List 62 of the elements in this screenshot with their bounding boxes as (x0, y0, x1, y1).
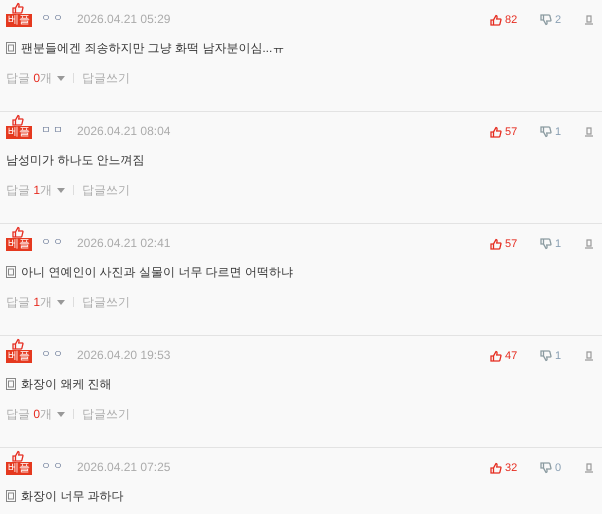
thumbs-up-icon (490, 350, 502, 362)
best-badge: 베플 (6, 126, 32, 139)
thumbs-up-icon (490, 14, 502, 26)
dislike-button[interactable]: 1 (540, 348, 580, 364)
thumbs-up-icon (12, 114, 24, 126)
comment-date: 2026.04.20 19:53 (77, 347, 170, 364)
best-badge: 베플 (6, 350, 32, 363)
like-button[interactable]: 82 (490, 12, 536, 28)
reply-count-button[interactable]: 답글 1개 (6, 181, 66, 199)
comment-text: 팬분들에겐 죄송하지만 그냥 화떡 남자분이심...ㅠ (21, 40, 284, 57)
comment-date: 2026.04.21 05:29 (77, 11, 170, 28)
report-icon[interactable] (584, 126, 594, 137)
thumbs-down-icon (540, 462, 552, 474)
write-reply-link[interactable]: 답글쓰기 (82, 293, 130, 311)
write-reply-link[interactable]: 답글쓰기 (82, 181, 130, 199)
comment-text: 남성미가 하나도 안느껴짐 (6, 152, 145, 169)
caret-icon (57, 300, 66, 304)
report-icon[interactable] (584, 462, 594, 473)
comment-text: 화장이 왜케 진해 (21, 376, 112, 393)
thumbs-down-icon (540, 14, 552, 26)
username: ㅇㅇ (41, 12, 65, 26)
report-icon[interactable] (584, 350, 594, 361)
thumbs-down-icon (540, 350, 552, 362)
username: ㅁㅁ (41, 124, 65, 138)
caret-icon (57, 76, 66, 80)
dislike-button[interactable]: 2 (540, 12, 580, 28)
username: ㅇㅇ (41, 236, 65, 250)
thumbs-up-icon (490, 238, 502, 250)
thumbs-up-icon (12, 450, 24, 462)
write-reply-link[interactable]: 답글쓰기 (82, 69, 130, 87)
thumbs-up-icon (490, 126, 502, 138)
thumbs-up-icon (12, 226, 24, 238)
best-badge: 베플 (6, 238, 32, 251)
reply-count-button[interactable]: 답글 1개 (6, 293, 66, 311)
comment-date: 2026.04.21 08:04 (77, 123, 170, 140)
thumbs-down-icon (540, 238, 552, 250)
best-badge: 베플 (6, 14, 32, 27)
thumbs-up-icon (12, 338, 24, 350)
reply-count-button[interactable]: 답글 0개 (6, 69, 66, 87)
dislike-button[interactable]: 0 (540, 460, 580, 476)
comment-date: 2026.04.21 07:25 (77, 459, 170, 476)
reply-count-button[interactable]: 답글 0개 (6, 405, 66, 423)
report-icon[interactable] (584, 238, 594, 249)
dislike-button[interactable]: 1 (540, 124, 580, 140)
username: ㅇㅇ (41, 348, 65, 362)
caret-icon (57, 188, 66, 192)
comment-date: 2026.04.21 02:41 (77, 235, 170, 252)
username: ㅇㅇ (41, 460, 65, 474)
best-badge: 베플 (6, 462, 32, 475)
write-reply-link[interactable]: 답글쓰기 (82, 405, 130, 423)
dislike-button[interactable]: 1 (540, 236, 580, 252)
caret-icon (57, 412, 66, 416)
like-button[interactable]: 57 (490, 124, 536, 140)
like-button[interactable]: 32 (490, 460, 536, 476)
like-button[interactable]: 57 (490, 236, 536, 252)
thumbs-down-icon (540, 126, 552, 138)
report-icon[interactable] (584, 14, 594, 25)
thumbs-up-icon (12, 2, 24, 14)
comment-text: 화장이 너무 과하다 (21, 488, 124, 505)
comment-text: 아니 연예인이 사진과 실물이 너무 다르면 어떡하냐 (21, 264, 294, 281)
thumbs-up-icon (490, 462, 502, 474)
like-button[interactable]: 47 (490, 348, 536, 364)
